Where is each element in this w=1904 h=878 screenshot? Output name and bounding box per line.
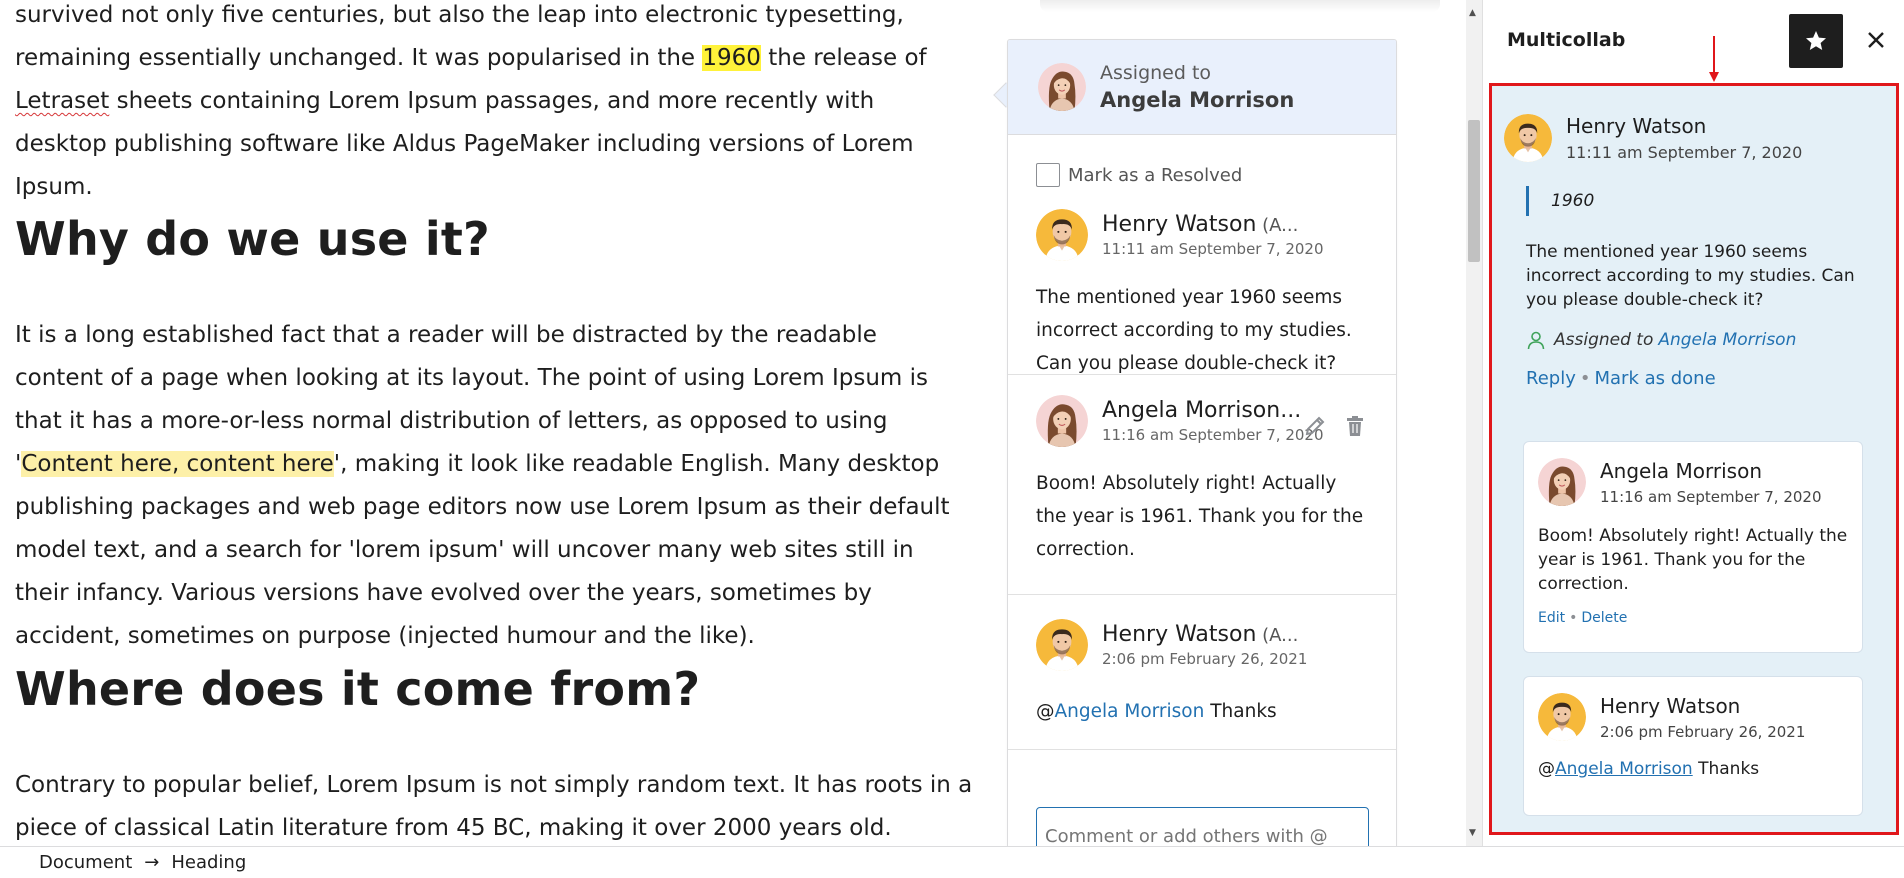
board-top-shadow xyxy=(1040,0,1440,12)
comment-date: 11:11 am September 7, 2020 xyxy=(1566,143,1803,162)
assigned-label: Assigned to xyxy=(1554,330,1654,350)
reply-card: Angela Morrison 11:16 am September 7, 20… xyxy=(1523,441,1863,653)
reply-actions: Edit • Delete xyxy=(1538,610,1848,626)
separator-dot: • xyxy=(1569,610,1578,626)
reply-date: 11:16 am September 7, 2020 xyxy=(1600,487,1822,506)
scrollbar-thumb[interactable] xyxy=(1468,120,1480,262)
paragraph-text: the release of xyxy=(760,45,927,71)
arrow-down-indicator xyxy=(1709,36,1719,82)
reply-text: @Angela Morrison Thanks xyxy=(1538,757,1858,781)
comment-text: The mentioned year 1960 seems incorrect … xyxy=(1526,242,1855,310)
reply-input[interactable]: Comment or add others with @ xyxy=(1036,807,1369,846)
close-button[interactable] xyxy=(1858,22,1894,58)
author-role: (A... xyxy=(1256,215,1299,236)
comment-text-tail: Thanks xyxy=(1204,701,1277,722)
comment-text: Boom! Absolutely right! Actually the yea… xyxy=(1036,473,1364,560)
comment-date: 11:16 am September 7, 2020 xyxy=(1102,426,1324,444)
reply-link[interactable]: Reply xyxy=(1526,368,1576,389)
editor-scrollbar[interactable]: ▲ ▼ xyxy=(1466,0,1482,846)
comment-text: @Angela Morrison Thanks xyxy=(1036,695,1366,728)
breadcrumb-document[interactable]: Document xyxy=(39,852,132,873)
angela-avatar xyxy=(1538,458,1586,506)
comment-author: Henry Watson (A... xyxy=(1102,622,1307,647)
henry-avatar xyxy=(1504,114,1552,162)
reply-author: Angela Morrison xyxy=(1600,458,1763,483)
henry-avatar xyxy=(1036,619,1088,671)
star-icon xyxy=(1806,31,1826,50)
comment-author: Henry Watson (A... xyxy=(1102,212,1324,237)
sidebar-comment-thread[interactable]: Henry Watson 11:11 am September 7, 2020 … xyxy=(1489,83,1899,835)
assignee-name: Angela Morrison xyxy=(1100,88,1295,112)
reply-date: 2:06 pm February 26, 2021 xyxy=(1600,722,1806,741)
close-icon xyxy=(1868,32,1884,48)
board-comment: Henry Watson (A... 2:06 pm February 26, … xyxy=(1008,595,1396,750)
assignee-link[interactable]: Angela Morrison xyxy=(1658,330,1796,350)
heading-why[interactable]: Why do we use it? xyxy=(15,212,490,266)
reply-text: Boom! Absolutely right! Actually the yea… xyxy=(1538,526,1848,594)
assigned-row: Assigned to Angela Morrison xyxy=(1526,330,1896,350)
mention-link[interactable]: Angela Morrison xyxy=(1055,701,1205,722)
sidebar-title: Multicollab xyxy=(1507,29,1626,51)
resolve-checkbox[interactable] xyxy=(1036,163,1060,187)
scroll-down-icon[interactable]: ▼ xyxy=(1469,828,1476,838)
commented-text-content-here[interactable]: Content here, content here xyxy=(21,451,334,477)
sidebar-header: Multicollab xyxy=(1483,0,1904,82)
multicollab-sidebar: Multicollab Henry Watson 11:11 am Septem… xyxy=(1482,0,1904,846)
henry-avatar xyxy=(1538,693,1586,741)
author-name: Henry Watson xyxy=(1102,212,1257,237)
comment-author: Henry Watson xyxy=(1566,114,1707,138)
paragraph-3[interactable]: Contrary to popular belief, Lorem Ipsum … xyxy=(15,764,975,846)
mention-prefix: @ xyxy=(1036,701,1055,722)
quoted-text: 1960 xyxy=(1526,186,1896,216)
comment-text: The mentioned year 1960 seems incorrect … xyxy=(1036,287,1352,374)
edit-link[interactable]: Edit xyxy=(1538,610,1565,626)
comment-actions xyxy=(1302,413,1368,439)
assignee-header: Assigned to Angela Morrison xyxy=(1008,40,1396,135)
misspelled-word[interactable]: Letraset xyxy=(15,88,109,114)
heading-where[interactable]: Where does it come from? xyxy=(15,662,700,716)
breadcrumb-heading[interactable]: Heading xyxy=(171,852,246,873)
assigned-label: Assigned to xyxy=(1100,62,1212,84)
reply-card: Henry Watson 2:06 pm February 26, 2021 @… xyxy=(1523,676,1863,816)
author-name: Henry Watson xyxy=(1102,622,1257,647)
mention-prefix: @ xyxy=(1538,759,1555,779)
separator-dot: • xyxy=(1579,368,1591,389)
paragraph-text: sheets containing Lorem Ipsum passages, … xyxy=(15,88,914,200)
mention-link[interactable]: Angela Morrison xyxy=(1555,759,1693,779)
mark-done-link[interactable]: Mark as done xyxy=(1594,368,1715,389)
reply-text-tail: Thanks xyxy=(1692,759,1760,779)
angela-avatar xyxy=(1036,395,1088,447)
paragraph-text: ', making it look like readable English.… xyxy=(15,451,950,649)
user-icon xyxy=(1527,331,1545,350)
paragraph-2[interactable]: It is a long established fact that a rea… xyxy=(15,314,965,658)
editor-canvas[interactable]: survived not only five centuries, but al… xyxy=(0,0,1466,846)
comment-board[interactable]: Assigned to Angela Morrison Mark as a Re… xyxy=(1007,39,1397,846)
henry-avatar xyxy=(1036,209,1088,261)
star-button[interactable] xyxy=(1789,14,1843,68)
author-role: (A... xyxy=(1256,625,1299,646)
delete-link[interactable]: Delete xyxy=(1581,610,1627,626)
comment-date: 11:11 am September 7, 2020 xyxy=(1102,240,1324,258)
resolve-row[interactable]: Mark as a Resolved xyxy=(1008,153,1396,197)
commented-text-1960[interactable]: 1960 xyxy=(702,45,761,71)
resolve-label[interactable]: Mark as a Resolved xyxy=(1068,165,1242,186)
trash-icon[interactable] xyxy=(1342,413,1368,439)
scroll-up-icon[interactable]: ▲ xyxy=(1469,8,1476,18)
paragraph-1[interactable]: survived not only five centuries, but al… xyxy=(15,0,965,209)
comment-actions: Reply • Mark as done xyxy=(1526,368,1896,389)
board-comment: Angela Morrison... 11:16 am September 7,… xyxy=(1008,375,1396,595)
comment-date: 2:06 pm February 26, 2021 xyxy=(1102,650,1308,668)
board-comment: Henry Watson (A... 11:11 am September 7,… xyxy=(1008,197,1396,375)
angela-avatar xyxy=(1038,63,1086,111)
pencil-icon[interactable] xyxy=(1302,413,1328,439)
reply-author: Henry Watson xyxy=(1600,693,1741,718)
comment-author: Angela Morrison... xyxy=(1102,398,1302,423)
breadcrumb-separator: → xyxy=(144,852,160,873)
block-breadcrumb: Document → Heading xyxy=(0,846,1904,878)
